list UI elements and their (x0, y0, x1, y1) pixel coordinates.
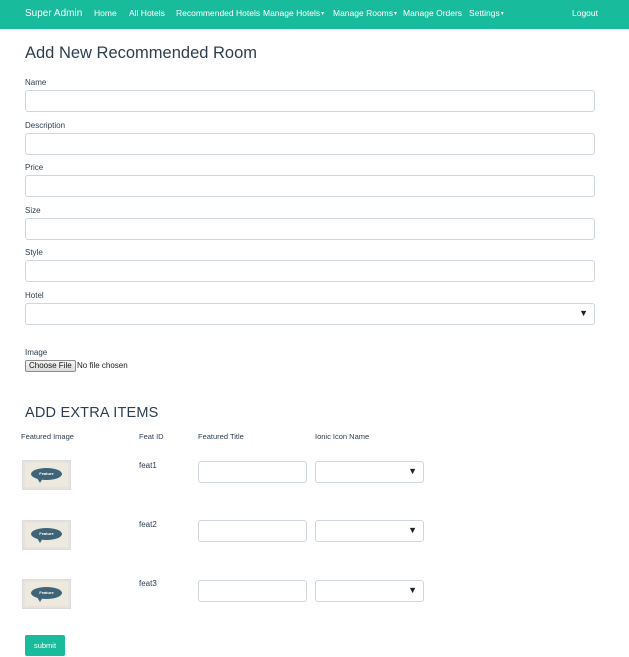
nav-manage-hotels-label: Manage Hotels (263, 8, 321, 18)
hotel-select[interactable]: ▼ (25, 303, 595, 325)
select-arrow-icon: ▼ (408, 525, 417, 535)
select-arrow-icon: ▼ (579, 308, 588, 318)
select-arrow-icon: ▼ (408, 466, 417, 476)
nav-settings-dropdown[interactable]: Settings▾ (469, 0, 504, 29)
thumbnail-bubble: Feature (31, 468, 62, 480)
thumbnail-bubble-tail (37, 478, 43, 483)
description-label: Description (25, 121, 66, 130)
hotel-label: Hotel (25, 291, 44, 300)
ionic-icon-select[interactable]: ▼ (315, 580, 424, 602)
extra-items-heading: ADD EXTRA ITEMS (25, 405, 159, 421)
top-navbar: Super Admin Home All Hotels Recommended … (0, 0, 629, 29)
column-header-featured-image: Featured Image (21, 432, 74, 441)
name-input[interactable] (25, 90, 595, 112)
name-label: Name (25, 78, 47, 87)
image-label: Image (25, 348, 48, 357)
featured-image-thumbnail: Feature (22, 460, 71, 490)
featured-title-input[interactable] (198, 580, 307, 602)
ionic-icon-select[interactable]: ▼ (315, 520, 424, 542)
feat-id: feat2 (139, 520, 157, 529)
nav-home[interactable]: Home (94, 0, 117, 29)
page-title: Add New Recommended Room (25, 44, 258, 62)
nav-settings-label: Settings (469, 8, 500, 18)
feat-id: feat1 (139, 461, 157, 470)
select-arrow-icon: ▼ (408, 585, 417, 595)
featured-image-thumbnail: Feature (22, 579, 71, 609)
nav-recommended-hotels[interactable]: Recommended Hotels (176, 0, 260, 29)
style-label: Style (25, 248, 43, 257)
logout-link[interactable]: Logout (572, 0, 598, 29)
chevron-down-icon: ▾ (394, 11, 398, 17)
brand-link[interactable]: Super Admin (25, 0, 82, 29)
feat-id: feat3 (139, 579, 157, 588)
price-label: Price (25, 163, 44, 172)
featured-title-input[interactable] (198, 520, 307, 542)
style-input[interactable] (25, 260, 595, 282)
column-header-featured-title: Featured Title (198, 432, 244, 441)
feature-image: Feature (25, 523, 68, 547)
featured-image-thumbnail: Feature (22, 520, 71, 550)
feature-image: Feature (25, 582, 68, 606)
thumbnail-bubble-tail (37, 538, 43, 543)
feature-image: Feature (25, 463, 68, 487)
description-input[interactable] (25, 133, 595, 155)
column-header-feat-id: Feat ID (139, 432, 164, 441)
file-status-text: No file chosen (77, 361, 128, 370)
submit-button[interactable]: submit (25, 635, 65, 656)
thumbnail-bubble: Feature (31, 528, 62, 540)
size-input[interactable] (25, 218, 595, 240)
choose-file-button[interactable]: Choose File (25, 360, 76, 372)
ionic-icon-select[interactable]: ▼ (315, 461, 424, 483)
nav-manage-rooms-label: Manage Rooms (333, 8, 394, 18)
thumbnail-bubble-tail (37, 597, 43, 602)
chevron-down-icon: ▾ (321, 11, 325, 17)
nav-all-hotels[interactable]: All Hotels (129, 0, 165, 29)
nav-manage-orders[interactable]: Manage Orders (403, 0, 462, 29)
nav-manage-hotels-dropdown[interactable]: Manage Hotels▾ (263, 0, 324, 29)
size-label: Size (25, 206, 41, 215)
column-header-ionic-icon-name: Ionic Icon Name (315, 432, 370, 441)
chevron-down-icon: ▾ (500, 11, 504, 17)
thumbnail-bubble: Feature (31, 587, 62, 599)
nav-manage-rooms-dropdown[interactable]: Manage Rooms▾ (333, 0, 397, 29)
price-input[interactable] (25, 175, 595, 197)
featured-title-input[interactable] (198, 461, 307, 483)
